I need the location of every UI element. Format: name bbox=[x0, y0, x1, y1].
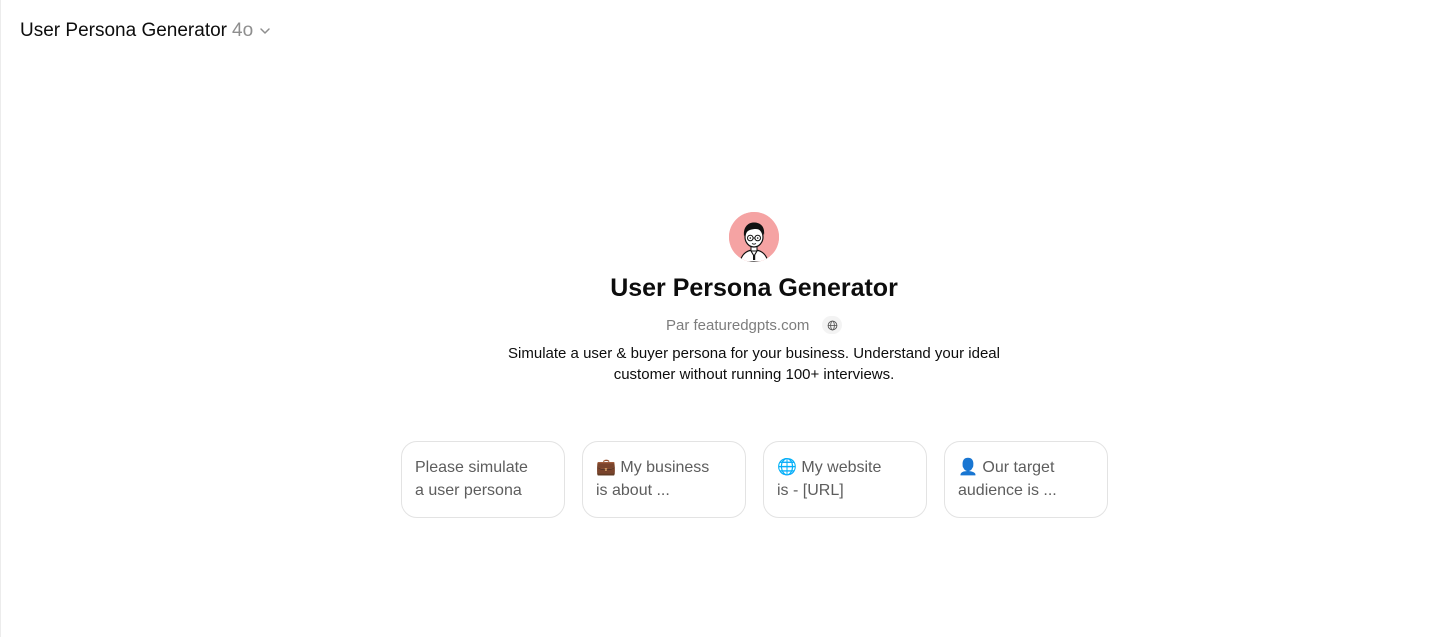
byline-text: Par featuredgpts.com bbox=[666, 316, 810, 334]
app-name: User Persona Generator bbox=[20, 20, 227, 41]
starter-line: 🌐 My website bbox=[777, 459, 882, 476]
starter-line: a user persona bbox=[415, 482, 522, 499]
conversation-starters: Please simulate a user persona 💼 My busi… bbox=[401, 441, 1108, 518]
starter-target-audience[interactable]: 👤 Our target audience is ... bbox=[944, 441, 1108, 518]
starter-line: Please simulate bbox=[415, 459, 528, 476]
starter-business[interactable]: 💼 My business is about ... bbox=[582, 441, 746, 518]
globe-icon[interactable] bbox=[822, 316, 843, 334]
page: User Persona Generator 4o User Persona G… bbox=[0, 0, 1456, 637]
chevron-down-icon bbox=[258, 24, 272, 38]
starter-line: 👤 Our target bbox=[958, 459, 1055, 476]
starter-line: is - [URL] bbox=[777, 482, 844, 499]
starter-simulate-persona[interactable]: Please simulate a user persona bbox=[401, 441, 565, 518]
persona-avatar-icon bbox=[729, 212, 779, 262]
model-name: 4o bbox=[232, 20, 254, 41]
gpt-description: Simulate a user & buyer persona for your… bbox=[508, 345, 1000, 383]
starter-line: audience is ... bbox=[958, 482, 1057, 499]
starter-website[interactable]: 🌐 My website is - [URL] bbox=[763, 441, 927, 518]
gpt-byline: Par featuredgpts.com bbox=[666, 316, 843, 334]
model-selector[interactable]: User Persona Generator 4o bbox=[20, 18, 272, 44]
gpt-title: User Persona Generator bbox=[610, 274, 898, 302]
starter-line: 💼 My business bbox=[596, 459, 710, 476]
starter-line: is about ... bbox=[596, 482, 670, 499]
